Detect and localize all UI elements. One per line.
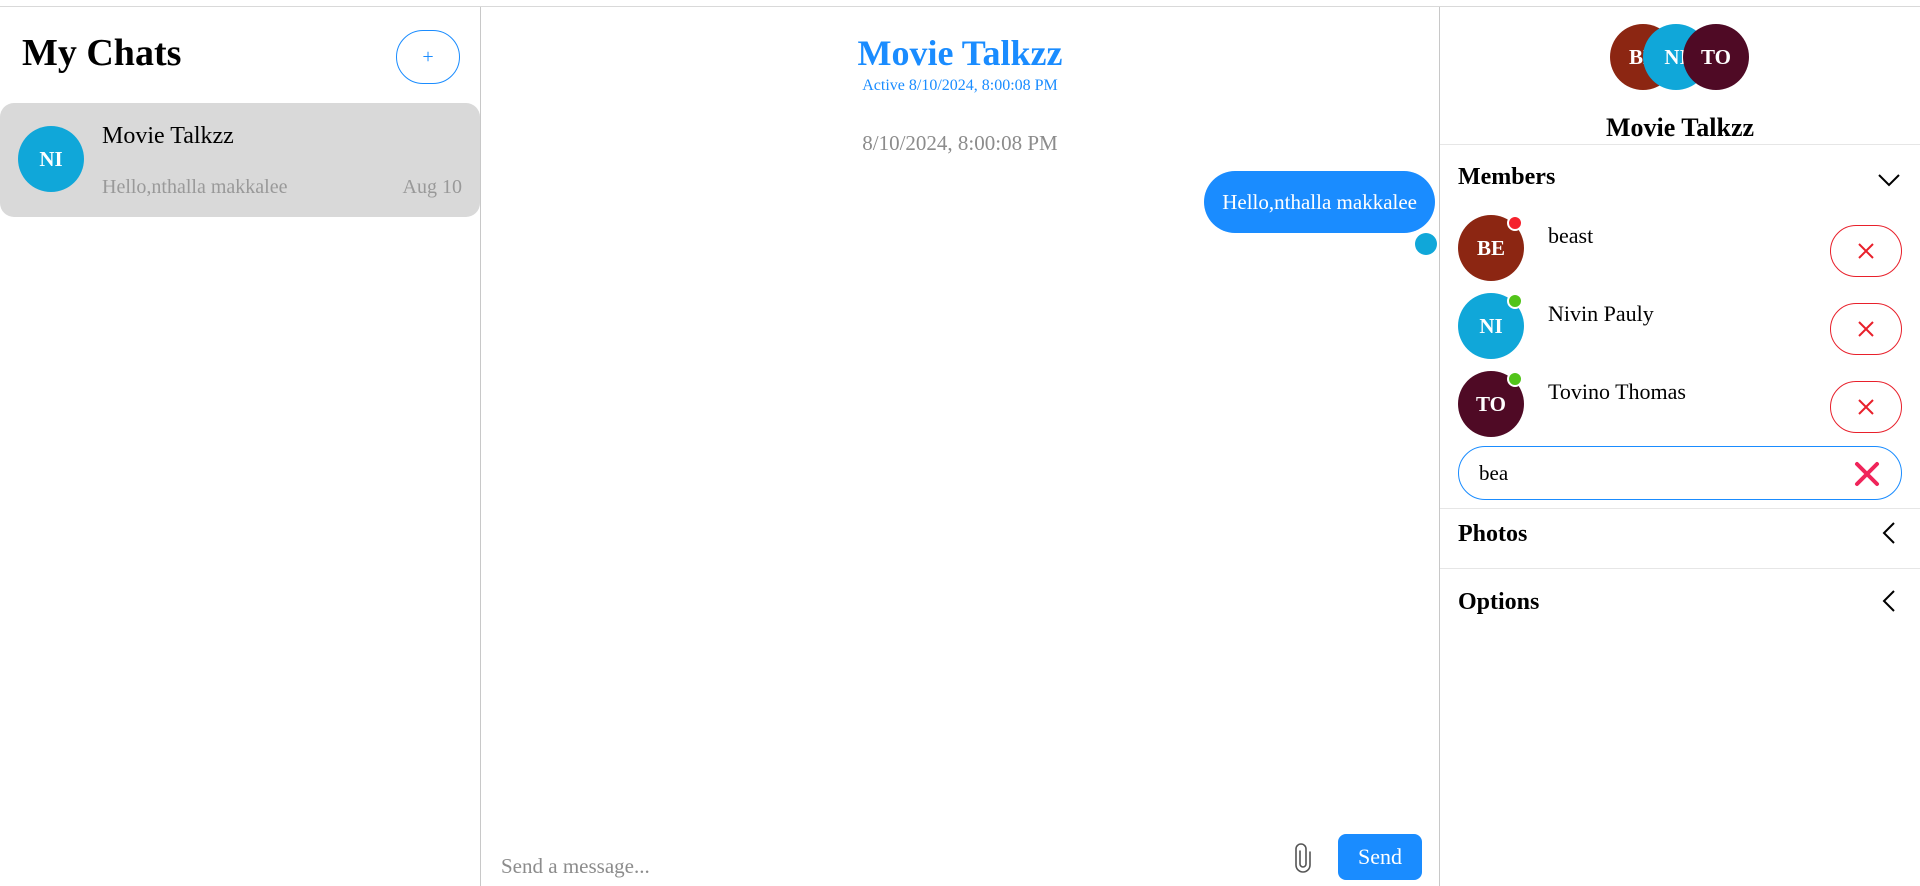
chat-list-title: My Chats (22, 32, 182, 74)
section-divider (1440, 568, 1920, 569)
chevron-down-icon[interactable] (1876, 167, 1902, 193)
member-row: BE beast (1458, 215, 1902, 283)
close-icon (1858, 243, 1874, 259)
chat-list-item[interactable]: NI Movie Talkzz Hello,nthalla makkalee A… (0, 103, 480, 217)
member-row: TO Tovino Thomas (1458, 371, 1902, 439)
message-timestamp: 8/10/2024, 8:00:08 PM (862, 131, 1058, 155)
message-bubble-outgoing: Hello,nthalla makkalee (1204, 171, 1435, 233)
photos-section-header[interactable]: Photos (1458, 521, 1527, 548)
group-avatar-stack: BE NI TO (1610, 24, 1770, 92)
send-button[interactable]: Send (1338, 834, 1422, 880)
status-online-indicator (1507, 371, 1523, 387)
member-row: NI Nivin Pauly (1458, 293, 1902, 361)
close-icon (1858, 399, 1874, 415)
members-section-header[interactable]: Members (1458, 164, 1555, 191)
close-icon (1858, 321, 1874, 337)
status-online-indicator (1507, 293, 1523, 309)
member-name: beast (1548, 223, 1594, 248)
member-name: Tovino Thomas (1548, 379, 1686, 404)
chat-item-date: Aug 10 (402, 176, 462, 198)
remove-member-button[interactable] (1830, 303, 1902, 355)
conversation-panel: Movie Talkzz Active 8/10/2024, 8:00:08 P… (481, 7, 1440, 886)
top-border (0, 0, 1920, 7)
group-details-panel: BE NI TO Movie Talkzz Members BE beast N… (1440, 7, 1920, 886)
group-name: Movie Talkzz (1605, 113, 1755, 142)
chevron-left-icon[interactable] (1876, 588, 1902, 614)
new-group-chat-button[interactable]: + (396, 30, 460, 84)
chat-item-name: Movie Talkzz (102, 123, 234, 149)
member-name: Nivin Pauly (1548, 301, 1654, 326)
group-avatar: TO (1683, 24, 1749, 90)
conversation-title: Movie Talkzz (857, 33, 1063, 73)
remove-member-button[interactable] (1830, 381, 1902, 433)
chat-item-last-message: Hello,nthalla makkalee (102, 176, 288, 198)
message-input[interactable] (499, 849, 1259, 883)
add-member-search (1458, 446, 1902, 500)
close-icon[interactable] (1853, 460, 1881, 488)
remove-member-button[interactable] (1830, 225, 1902, 277)
chat-avatar: NI (18, 126, 84, 192)
options-section-header[interactable]: Options (1458, 589, 1539, 616)
section-divider (1440, 508, 1920, 509)
paperclip-icon[interactable] (1293, 843, 1313, 873)
read-receipt-icon (1415, 233, 1437, 255)
status-offline-indicator (1507, 215, 1523, 231)
conversation-active-status: Active 8/10/2024, 8:00:08 PM (862, 77, 1058, 94)
section-divider (1440, 144, 1920, 145)
chevron-left-icon[interactable] (1876, 520, 1902, 546)
add-member-search-input[interactable] (1477, 457, 1837, 489)
chat-list-panel: My Chats + NI Movie Talkzz Hello,nthalla… (0, 7, 481, 886)
